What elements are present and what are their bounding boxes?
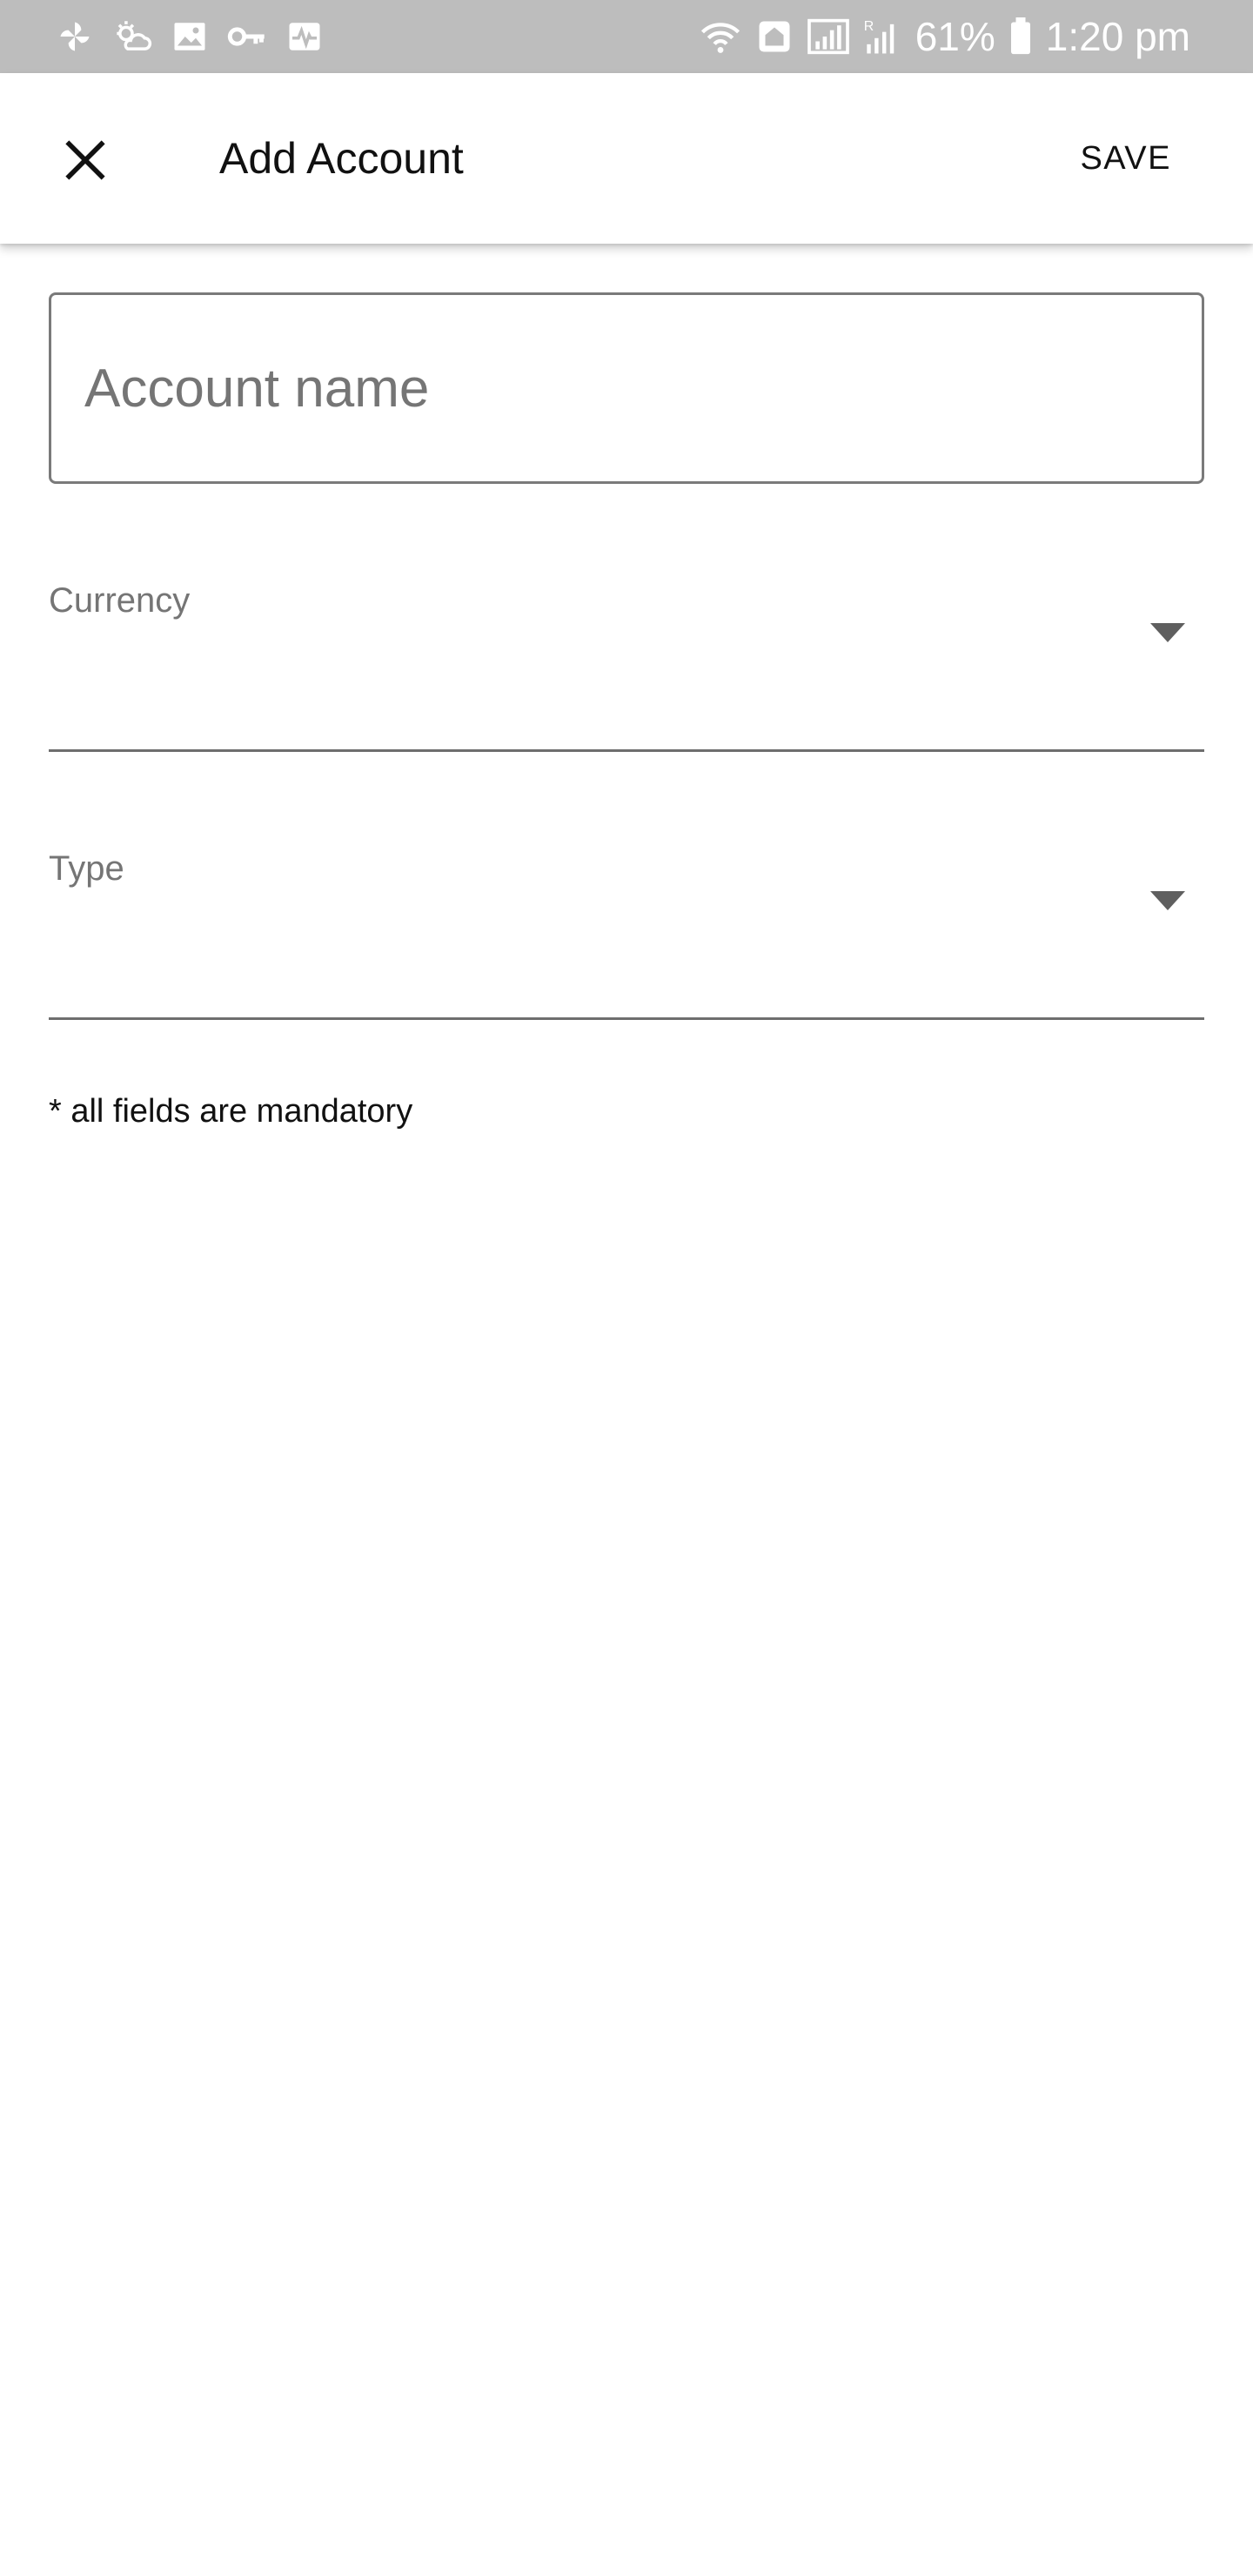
clock: 1:20 pm <box>1045 14 1190 59</box>
roaming-signal-icon: R <box>861 16 903 57</box>
type-select[interactable]: Type <box>49 846 1204 1020</box>
account-name-input[interactable] <box>84 295 1163 481</box>
currency-underline <box>49 749 1204 752</box>
svg-text:R: R <box>863 19 874 34</box>
chevron-down-icon <box>1150 891 1185 910</box>
weather-icon <box>111 16 153 57</box>
mandatory-fields-hint: * all fields are mandatory <box>49 1093 413 1130</box>
home-icon <box>754 16 795 57</box>
chevron-down-icon <box>1150 623 1185 642</box>
notification-icons <box>54 14 325 59</box>
close-button[interactable] <box>49 124 122 197</box>
save-button[interactable]: SAVE <box>1059 129 1192 188</box>
pinwheel-icon <box>54 16 96 57</box>
close-icon <box>65 140 105 180</box>
key-icon <box>226 16 268 57</box>
page-title: Add Account <box>219 134 464 183</box>
activity-icon <box>284 16 325 57</box>
signal-icon <box>807 16 849 57</box>
currency-label: Currency <box>49 581 191 620</box>
wifi-icon <box>700 16 741 57</box>
system-status: R 61% 1:20 pm <box>700 10 1190 63</box>
type-underline <box>49 1017 1204 1020</box>
battery-icon <box>1008 16 1034 57</box>
app-bar: Add Account SAVE <box>0 73 1253 244</box>
image-icon <box>169 16 211 57</box>
account-name-field <box>49 292 1204 484</box>
currency-select[interactable]: Currency <box>49 578 1204 752</box>
type-label: Type <box>49 849 124 888</box>
status-bar: R 61% 1:20 pm <box>0 0 1253 73</box>
battery-percent: 61% <box>915 14 995 59</box>
